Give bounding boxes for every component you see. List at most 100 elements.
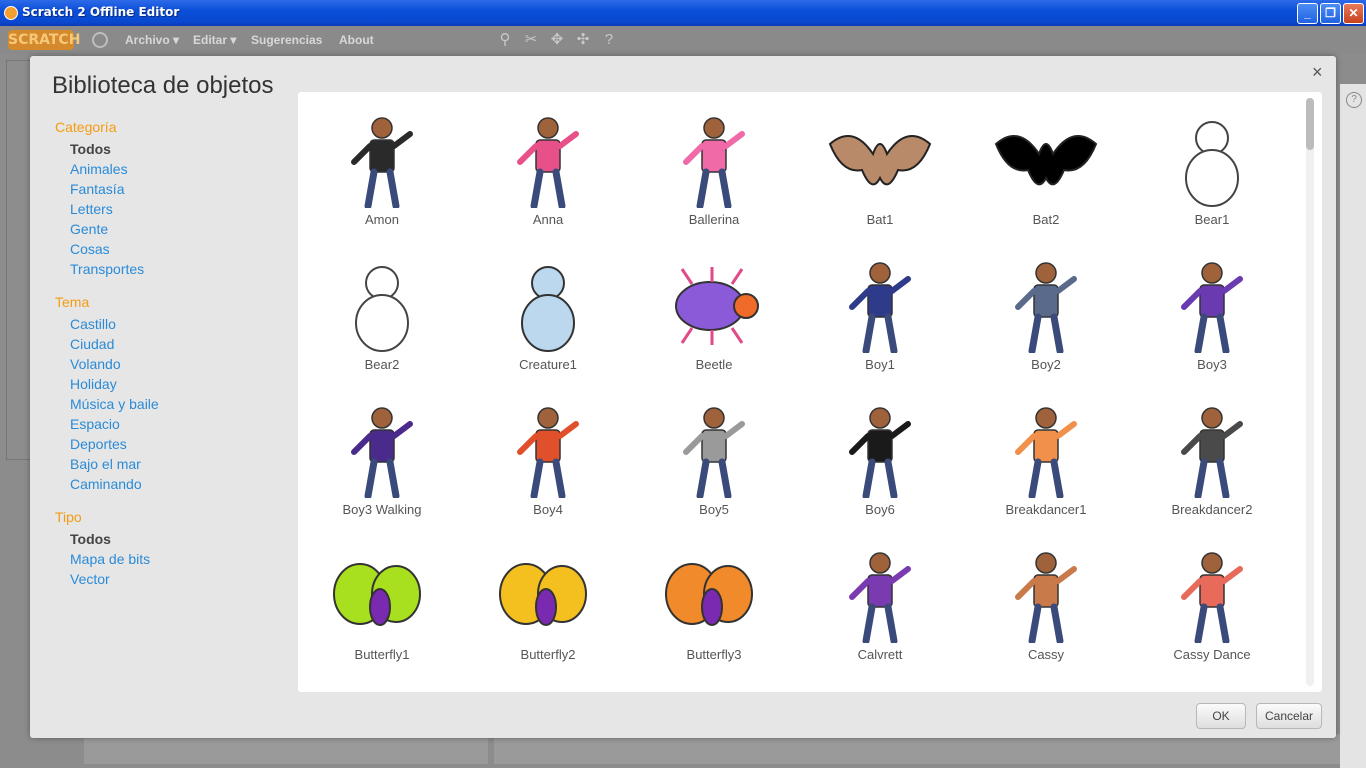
- filter-categoria-todos[interactable]: Todos: [70, 141, 111, 157]
- menu-archivo[interactable]: Archivo ▾: [125, 33, 179, 47]
- sprite-thumbnail-amon: [351, 117, 413, 208]
- grid-scrollbar[interactable]: [1306, 98, 1314, 686]
- grid-scrollbar-thumb[interactable]: [1306, 98, 1314, 150]
- language-globe-icon[interactable]: [92, 32, 108, 48]
- sprite-label: Creature1: [519, 357, 577, 372]
- sprite-label: Bear2: [364, 357, 400, 372]
- filter-categoria-letters[interactable]: Letters: [70, 201, 113, 217]
- minimize-button[interactable]: _: [1297, 3, 1318, 24]
- sprite-thumbnail-breakdancer2: [1181, 407, 1243, 498]
- sprite-tile-boy5[interactable]: Boy5: [634, 392, 794, 522]
- sprite-tile-butterfly2[interactable]: Butterfly2: [468, 537, 628, 667]
- sprite-thumbnail-bat2: [994, 135, 1098, 186]
- filter-tema-bajo-el-mar[interactable]: Bajo el mar: [70, 456, 141, 472]
- sprite-label: Amon: [365, 212, 399, 227]
- sprite-tile-ballerina[interactable]: Ballerina: [634, 102, 794, 232]
- sprite-thumbnail-boy4: [517, 407, 579, 498]
- filter-tema-espacio[interactable]: Espacio: [70, 416, 120, 432]
- scratch-logo[interactable]: SCRATCH: [8, 30, 80, 50]
- sprite-label: Butterfly3: [686, 647, 742, 662]
- sprite-tile-creature1[interactable]: Creature1: [468, 247, 628, 377]
- help-tips-icon[interactable]: ?: [1346, 92, 1362, 108]
- filter-tipo-vector[interactable]: Vector: [70, 571, 110, 587]
- menu-about[interactable]: About: [339, 33, 374, 47]
- sprite-thumbnail-boy2: [1015, 262, 1077, 353]
- sprite-tile-boy1[interactable]: Boy1: [800, 247, 960, 377]
- sprite-tile-breakdancer1[interactable]: Breakdancer1: [966, 392, 1126, 522]
- grow-icon[interactable]: ✥: [548, 31, 566, 49]
- sprite-label: Calvrett: [857, 647, 903, 662]
- sprite-tile-boy3-walking[interactable]: Boy3 Walking: [302, 392, 462, 522]
- sprite-label: Butterfly2: [520, 647, 576, 662]
- filter-categoria-transportes[interactable]: Transportes: [70, 261, 144, 277]
- filter-tema-volando[interactable]: Volando: [70, 356, 121, 372]
- sprite-tile-bear1[interactable]: Bear1: [1132, 102, 1292, 232]
- filter-tipo-todos[interactable]: Todos: [70, 531, 111, 547]
- maximize-button[interactable]: ❐: [1320, 3, 1341, 24]
- sprite-grid: Amon Anna Ballerina Bat1 Bat2 Bear1 Bear2 Creat…: [298, 92, 1322, 692]
- sprite-tile-boy4[interactable]: Boy4: [468, 392, 628, 522]
- filter-categoria-animales[interactable]: Animales: [70, 161, 128, 177]
- sprite-tile-breakdancer2[interactable]: Breakdancer2: [1132, 392, 1292, 522]
- sprite-tile-bear2[interactable]: Bear2: [302, 247, 462, 377]
- sprite-tile-cassy[interactable]: Cassy: [966, 537, 1126, 667]
- sprite-label: Boy5: [699, 502, 729, 517]
- close-window-button[interactable]: ✕: [1343, 3, 1364, 24]
- dialog-close-icon[interactable]: ×: [1312, 62, 1323, 83]
- filter-section-tipo: Tipo: [55, 509, 82, 525]
- sprite-label: Boy2: [1031, 357, 1061, 372]
- sprite-label: Breakdancer1: [1005, 502, 1087, 517]
- sprite-tile-amon[interactable]: Amon: [302, 102, 462, 232]
- filter-tema-caminando[interactable]: Caminando: [70, 476, 142, 492]
- shrink-icon[interactable]: ✣: [574, 31, 592, 49]
- menu-editar[interactable]: Editar ▾: [193, 33, 236, 47]
- sprite-label: Ballerina: [688, 212, 740, 227]
- filter-tema-deportes[interactable]: Deportes: [70, 436, 127, 452]
- filter-tema-holiday[interactable]: Holiday: [70, 376, 117, 392]
- sprite-thumbnail-boy3-walking: [351, 407, 413, 498]
- filter-tema-castillo[interactable]: Castillo: [70, 316, 116, 332]
- sprite-thumbnail-boy1: [849, 262, 911, 353]
- cancel-button[interactable]: Cancelar: [1256, 703, 1322, 729]
- filter-tipo-mapa-de-bits[interactable]: Mapa de bits: [70, 551, 150, 567]
- sprite-tile-anna[interactable]: Anna: [468, 102, 628, 232]
- scripts-pane: [494, 734, 1360, 764]
- sprite-label: Bear1: [1194, 212, 1230, 227]
- sprite-label: Cassy Dance: [1173, 647, 1251, 662]
- scratch-app-icon: [4, 6, 18, 20]
- sprite-tile-butterfly3[interactable]: Butterfly3: [634, 537, 794, 667]
- sprite-label: Butterfly1: [354, 647, 410, 662]
- help-icon[interactable]: ?: [600, 31, 618, 49]
- sprite-tile-beetle[interactable]: Beetle: [634, 247, 794, 377]
- sprite-tile-boy2[interactable]: Boy2: [966, 247, 1126, 377]
- sprite-label: Boy6: [865, 502, 895, 517]
- sprite-thumbnail-boy3: [1181, 262, 1243, 353]
- sprite-thumbnail-bear1: [1185, 121, 1239, 207]
- sprite-label: Boy3 Walking: [342, 502, 422, 517]
- sprite-tile-cassy-dance[interactable]: Cassy Dance: [1132, 537, 1292, 667]
- sprite-thumbnail-boy6: [849, 407, 911, 498]
- sprite-tile-butterfly1[interactable]: Butterfly1: [302, 537, 462, 667]
- sprite-tile-boy3[interactable]: Boy3: [1132, 247, 1292, 377]
- filter-tema-musica-y-baile[interactable]: Música y baile: [70, 396, 159, 412]
- sprite-tile-boy6[interactable]: Boy6: [800, 392, 960, 522]
- cut-icon[interactable]: ✂: [522, 31, 540, 49]
- duplicate-stamp-icon[interactable]: ⚲: [496, 31, 514, 49]
- filter-categoria-gente[interactable]: Gente: [70, 221, 108, 237]
- filter-section-tema: Tema: [55, 294, 90, 310]
- ok-button[interactable]: OK: [1196, 703, 1246, 729]
- filter-section-categoria: Categoría: [55, 119, 117, 135]
- sprite-thumbnail-anna: [517, 117, 579, 208]
- menu-sugerencias[interactable]: Sugerencias: [251, 33, 322, 47]
- filter-categoria-cosas[interactable]: Cosas: [70, 241, 110, 257]
- sprite-thumbnail-butterfly3: [665, 563, 753, 626]
- filter-tema-ciudad[interactable]: Ciudad: [70, 336, 114, 352]
- filter-categoria-fantasia[interactable]: Fantasía: [70, 181, 124, 197]
- sprite-tile-calvrett[interactable]: Calvrett: [800, 537, 960, 667]
- sprite-tile-bat2[interactable]: Bat2: [966, 102, 1126, 232]
- sprite-thumbnail-butterfly1: [333, 563, 421, 626]
- sprite-label: Anna: [532, 212, 564, 227]
- sprite-label: Bat1: [866, 212, 894, 227]
- sprite-tile-bat1[interactable]: Bat1: [800, 102, 960, 232]
- sprite-thumbnail-calvrett: [849, 552, 911, 643]
